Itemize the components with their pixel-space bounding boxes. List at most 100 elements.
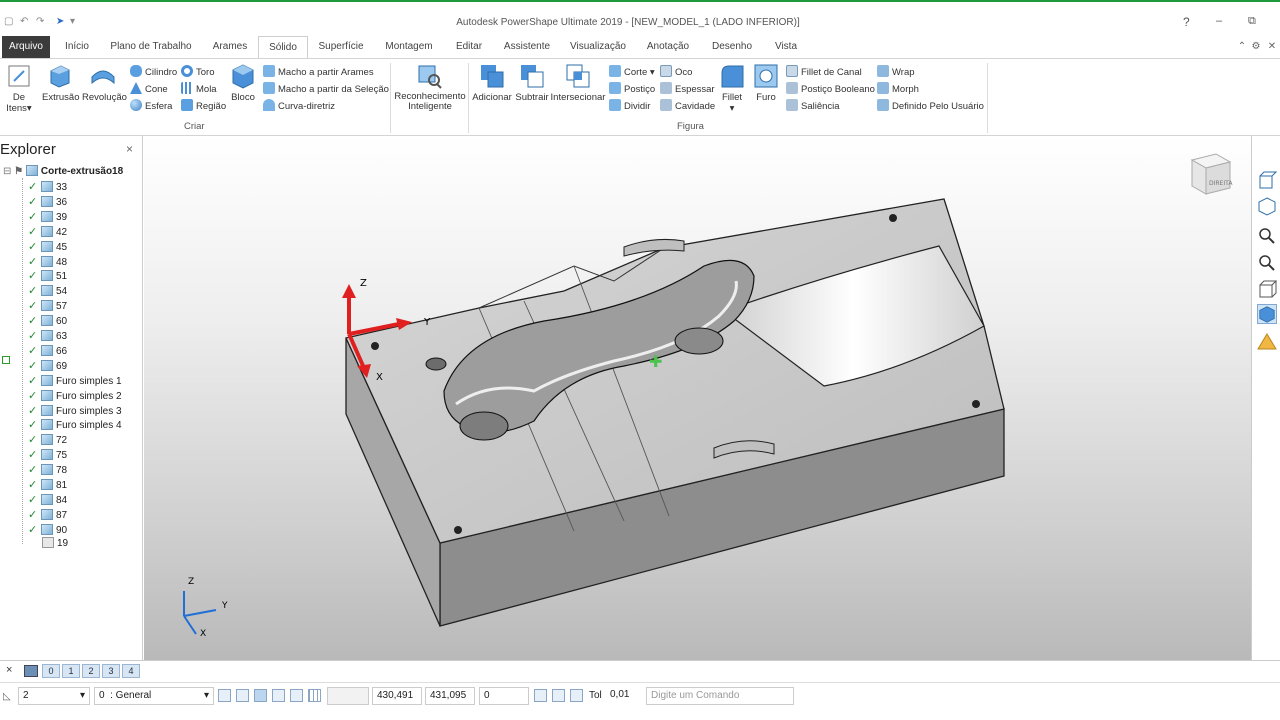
lock-icon[interactable] bbox=[272, 689, 285, 702]
toro-button[interactable]: Toro bbox=[181, 65, 214, 78]
check-icon[interactable]: ✓ bbox=[28, 493, 41, 507]
check-icon[interactable]: ✓ bbox=[28, 523, 41, 537]
cavidade-button[interactable]: Cavidade bbox=[660, 99, 715, 112]
layer-button-3[interactable]: 3 bbox=[102, 664, 120, 678]
de-itens-button[interactable]: De Itens▾ bbox=[4, 63, 34, 114]
furo-button[interactable]: Furo bbox=[752, 63, 780, 103]
view-front-icon[interactable] bbox=[1257, 170, 1277, 190]
tab-solido[interactable]: Sólido bbox=[258, 36, 308, 59]
tree-root[interactable]: ⊟ ⚑ Corte-extrusão18 bbox=[3, 165, 123, 179]
tree-item[interactable]: ✓ Furo simples 1 bbox=[28, 374, 122, 388]
check-icon[interactable]: ✓ bbox=[28, 180, 41, 194]
snap-icon[interactable] bbox=[218, 689, 231, 702]
tab-vista[interactable]: Vista bbox=[768, 36, 804, 58]
explorer-close-button[interactable]: × bbox=[126, 142, 133, 156]
espessar-button[interactable]: Espessar bbox=[660, 82, 715, 95]
tree-item[interactable]: ✓ 60 bbox=[28, 314, 67, 328]
dividir-button[interactable]: Dividir bbox=[609, 99, 650, 112]
zoom-icon[interactable] bbox=[1257, 253, 1277, 273]
morph-button[interactable]: Morph bbox=[877, 82, 919, 95]
grid-snap-icon[interactable] bbox=[236, 689, 249, 702]
model-canvas[interactable]: ✚ Z Y X Z Y X DIREITA bbox=[144, 136, 1251, 660]
check-icon[interactable]: ✓ bbox=[28, 299, 41, 313]
coordinate-mode-field[interactable] bbox=[327, 687, 369, 705]
tab-arames[interactable]: Arames bbox=[206, 36, 254, 58]
intersecionar-button[interactable]: Intersecionar bbox=[550, 63, 606, 103]
tab-montagem[interactable]: Montagem bbox=[380, 36, 438, 58]
check-icon[interactable]: ✓ bbox=[28, 329, 41, 343]
shaded-icon[interactable] bbox=[1257, 304, 1277, 324]
command-input[interactable]: Digite um Comando bbox=[646, 687, 794, 705]
oco-button[interactable]: Oco bbox=[660, 65, 692, 78]
tree-item[interactable]: ✓ 69 bbox=[28, 359, 67, 373]
check-icon[interactable]: ✓ bbox=[28, 463, 41, 477]
check-icon[interactable]: ✓ bbox=[28, 344, 41, 358]
cilindro-button[interactable]: Cilindro bbox=[130, 65, 177, 78]
help-button[interactable]: ? bbox=[1183, 15, 1190, 29]
macho-arames-button[interactable]: Macho a partir Arames bbox=[263, 65, 374, 78]
render-options-icon[interactable] bbox=[1257, 332, 1277, 352]
layer-button-1[interactable]: 1 bbox=[62, 664, 80, 678]
tree-item[interactable]: ✓ 84 bbox=[28, 493, 67, 507]
check-icon[interactable]: ✓ bbox=[28, 314, 41, 328]
tree-item-last[interactable]: 19 bbox=[42, 537, 68, 551]
tree-item[interactable]: ✓ 90 bbox=[28, 523, 67, 537]
check-icon[interactable]: ✓ bbox=[28, 508, 41, 522]
tab-inicio[interactable]: Início bbox=[58, 36, 96, 58]
ribbon-collapse-icon[interactable]: ⌃ bbox=[1236, 36, 1248, 58]
check-icon[interactable]: ✓ bbox=[28, 478, 41, 492]
esfera-button[interactable]: Esfera bbox=[130, 99, 172, 112]
check-icon[interactable]: ✓ bbox=[28, 210, 41, 224]
tree-item[interactable]: ✓ 81 bbox=[28, 478, 67, 492]
extrusao-button[interactable]: Extrusão bbox=[42, 63, 80, 103]
check-icon[interactable]: ✓ bbox=[28, 389, 41, 403]
tree-item[interactable]: ✓ 66 bbox=[28, 344, 67, 358]
curva-diretriz-button[interactable]: Curva-diretriz bbox=[263, 99, 335, 112]
tab-desenho[interactable]: Desenho bbox=[706, 36, 758, 58]
check-icon[interactable]: ✓ bbox=[28, 195, 41, 209]
postico-button[interactable]: Postiço bbox=[609, 82, 655, 95]
tree-item[interactable]: ✓ 51 bbox=[28, 269, 67, 283]
grid-icon[interactable] bbox=[308, 689, 321, 702]
check-icon[interactable]: ✓ bbox=[28, 359, 41, 373]
x-coordinate-field[interactable]: 430,491 bbox=[372, 687, 422, 705]
layer-bar-close-button[interactable]: × bbox=[6, 664, 12, 676]
macho-selecao-button[interactable]: Macho a partir da Seleção bbox=[263, 82, 389, 95]
mola-button[interactable]: Mola bbox=[181, 82, 217, 95]
layer-button-0[interactable]: 0 bbox=[42, 664, 60, 678]
ribbon-settings-icon[interactable]: ⚙ bbox=[1250, 36, 1262, 58]
tab-assistente[interactable]: Assistente bbox=[500, 36, 554, 58]
workplane-icon[interactable] bbox=[254, 689, 267, 702]
calculator-icon[interactable] bbox=[552, 689, 565, 702]
definido-usuario-button[interactable]: Definido Pelo Usuário bbox=[877, 99, 984, 112]
adicionar-button[interactable]: Adicionar bbox=[472, 63, 512, 103]
tree-item[interactable]: ✓ 75 bbox=[28, 448, 67, 462]
subtrair-button[interactable]: Subtrair bbox=[514, 63, 550, 103]
check-icon[interactable]: ✓ bbox=[28, 374, 41, 388]
tab-anotacao[interactable]: Anotação bbox=[642, 36, 694, 58]
revolucao-button[interactable]: Revolução bbox=[82, 63, 127, 103]
saliencia-button[interactable]: Saliência bbox=[786, 99, 840, 112]
check-icon[interactable]: ✓ bbox=[28, 255, 41, 269]
check-icon[interactable]: ✓ bbox=[28, 404, 41, 418]
bloco-button[interactable]: Bloco bbox=[228, 63, 258, 103]
z-coordinate-field[interactable]: 0 bbox=[479, 687, 529, 705]
tree-item[interactable]: ✓ 63 bbox=[28, 329, 67, 343]
tab-plano-de-trabalho[interactable]: Plano de Trabalho bbox=[108, 36, 194, 58]
layer-button-4[interactable]: 4 bbox=[122, 664, 140, 678]
tree-item[interactable]: ✓ Furo simples 3 bbox=[28, 404, 122, 418]
view-iso-icon[interactable] bbox=[1257, 196, 1277, 216]
check-icon[interactable]: ✓ bbox=[28, 448, 41, 462]
maximize-button[interactable]: ⧉ bbox=[1248, 15, 1256, 28]
view-cube[interactable]: DIREITA bbox=[1190, 153, 1233, 195]
check-icon[interactable]: ✓ bbox=[28, 269, 41, 283]
collapse-icon[interactable]: ⊟ bbox=[3, 166, 11, 177]
tab-visualizacao[interactable]: Visualização bbox=[566, 36, 630, 58]
check-icon[interactable]: ✓ bbox=[28, 418, 41, 432]
fillet-button[interactable]: Fillet ▾ bbox=[718, 63, 746, 114]
tab-editar[interactable]: Editar bbox=[448, 36, 490, 58]
tree-item[interactable]: ✓ Furo simples 2 bbox=[28, 389, 122, 403]
wireframe-icon[interactable] bbox=[1257, 279, 1277, 299]
cone-button[interactable]: Cone bbox=[130, 82, 168, 95]
ruler-icon[interactable] bbox=[570, 689, 583, 702]
